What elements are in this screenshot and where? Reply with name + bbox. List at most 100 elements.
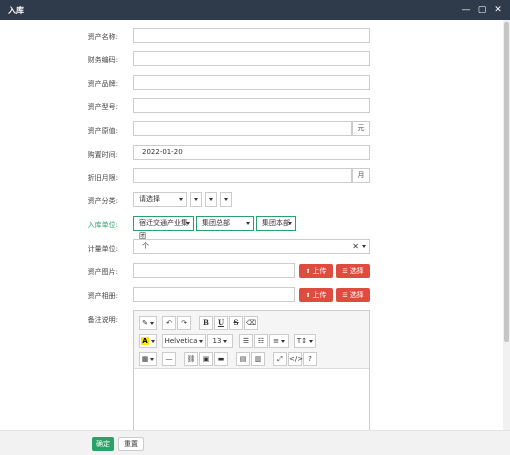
line-height-icon: T↕ (296, 337, 308, 345)
code-view-button[interactable]: </> (288, 352, 304, 366)
asset-category-value: 请选择 (139, 195, 160, 203)
chevron-down-icon (209, 198, 213, 201)
chevron-down-icon (149, 321, 154, 325)
storage-unit-hq-select[interactable]: 集团总部 (196, 216, 254, 231)
close-icon[interactable]: ✕ (492, 4, 504, 16)
help-button[interactable]: ? (303, 352, 317, 366)
undo-button[interactable]: ↶ (162, 316, 176, 330)
unordered-list-button[interactable]: ☰ (239, 334, 253, 348)
code-icon: </> (289, 355, 304, 363)
document-button[interactable]: ▥ (251, 352, 265, 366)
asset-image-choose-label: 选择 (349, 267, 364, 275)
dialog-footer: 确定 重置 (0, 430, 510, 455)
asset-category-sub1-select[interactable] (190, 192, 202, 207)
video-icon: ▬ (217, 355, 225, 363)
remarks-label: 备注说明: (87, 316, 118, 324)
font-size-value: 13 (212, 337, 222, 345)
align-icon: ≡ (273, 337, 279, 345)
eraser-button[interactable]: ⌫ (244, 316, 258, 330)
storage-unit-dept-select[interactable]: 集团本部 (256, 216, 296, 231)
picture-icon: ▣ (202, 355, 210, 363)
scrollbar[interactable] (503, 20, 510, 430)
depreciation-months-unit: 月 (352, 168, 370, 183)
storage-unit-hq-value: 集团总部 (202, 219, 230, 227)
horizontal-rule-button[interactable]: — (162, 352, 176, 366)
table-button[interactable]: ▦ (139, 352, 157, 366)
asset-category-sub3-select[interactable] (220, 192, 232, 207)
asset-image-choose-button[interactable]: ☰ 选择 (336, 264, 370, 278)
minimize-icon[interactable]: — (460, 4, 472, 16)
chevron-down-icon (246, 222, 250, 225)
redo-icon: ↷ (181, 319, 187, 327)
storage-unit-group-value: 宿迁交通产业集团 (139, 219, 188, 240)
chevron-down-icon (194, 198, 198, 201)
asset-attachment-choose-button[interactable]: ☰ 选择 (336, 288, 370, 302)
paragraph-align-button[interactable]: ≡ (269, 334, 289, 348)
asset-model-input[interactable] (133, 98, 370, 113)
asset-model-label: 资产型号: (87, 103, 118, 111)
chevron-down-icon (224, 198, 228, 201)
magic-style-button[interactable]: ✎ (139, 316, 157, 330)
line-height-button[interactable]: T↕ (294, 334, 316, 348)
chevron-down-icon (309, 339, 314, 343)
chevron-down-icon (150, 339, 155, 343)
file-button[interactable]: ▤ (236, 352, 250, 366)
chevron-down-icon (199, 339, 204, 343)
editor-content-area[interactable] (134, 370, 369, 434)
unordered-list-icon: ☰ (242, 337, 250, 345)
original-value-label: 资产原值: (87, 127, 118, 135)
asset-name-input[interactable] (133, 28, 370, 43)
finance-code-label: 财务编码: (87, 56, 118, 64)
font-family-value: Helvetica (164, 337, 198, 345)
asset-attachment-input[interactable] (133, 287, 295, 302)
confirm-button[interactable]: 确定 (92, 437, 114, 451)
asset-name-label: 资产名称: (87, 33, 118, 41)
asset-category-select[interactable]: 请选择 (133, 192, 187, 207)
asset-attachment-choose-label: 选择 (349, 291, 364, 299)
scrollbar-thumb[interactable] (504, 22, 509, 342)
fullscreen-button[interactable]: ⤢ (273, 352, 287, 366)
editor-toolbar: ✎ ↶ ↷ B U S ⌫ A Helvetica 13 ☰ ☷ ≡ T↕ ▦ … (134, 311, 369, 369)
font-size-dropdown[interactable]: 13 (207, 334, 233, 348)
upload-icon: ⬆ (305, 292, 311, 299)
chevron-down-icon (280, 339, 285, 343)
video-button[interactable]: ▬ (214, 352, 228, 366)
original-value-input[interactable] (133, 121, 352, 136)
redo-button[interactable]: ↷ (177, 316, 191, 330)
font-color-button[interactable]: A (139, 334, 157, 348)
window-titlebar: 入库 — ▢ ✕ (0, 0, 510, 20)
chevron-down-icon (288, 222, 292, 225)
clear-icon[interactable]: ✕ (352, 240, 359, 253)
horizontal-rule-icon: — (165, 355, 173, 363)
chevron-down-icon (179, 198, 183, 201)
bold-button[interactable]: B (199, 316, 213, 330)
chevron-down-icon (362, 245, 366, 248)
underline-button[interactable]: U (214, 316, 228, 330)
asset-attachment-upload-button[interactable]: ⬆ 上传 (299, 288, 333, 302)
link-button[interactable]: ⛓ (184, 352, 198, 366)
link-icon: ⛓ (186, 355, 196, 363)
asset-brand-input[interactable] (133, 75, 370, 90)
maximize-icon[interactable]: ▢ (476, 4, 488, 16)
asset-image-input[interactable] (133, 263, 295, 278)
storage-unit-group-select[interactable]: 宿迁交通产业集团 (133, 216, 194, 240)
depreciation-months-input[interactable] (133, 168, 352, 183)
table-icon: ▦ (141, 355, 149, 363)
list-icon: ☰ (342, 268, 348, 275)
storage-unit-dept-value: 集团本部 (262, 219, 290, 227)
asset-image-upload-button[interactable]: ⬆ 上传 (299, 264, 333, 278)
storage-unit-label: 入库单位: (87, 221, 118, 229)
ordered-list-button[interactable]: ☷ (254, 334, 268, 348)
reset-button[interactable]: 重置 (118, 437, 144, 451)
chevron-down-icon (186, 222, 190, 225)
picture-button[interactable]: ▣ (199, 352, 213, 366)
asset-category-sub2-select[interactable] (205, 192, 217, 207)
strikethrough-button[interactable]: S (229, 316, 243, 330)
magic-icon: ✎ (142, 319, 148, 327)
chevron-down-icon (150, 357, 155, 361)
asset-image-upload-label: 上传 (312, 267, 327, 275)
font-family-dropdown[interactable]: Helvetica (162, 334, 206, 348)
purchase-date-input[interactable]: 2022-01-20 (133, 145, 370, 160)
finance-code-input[interactable] (133, 51, 370, 66)
measure-unit-select[interactable]: 个 ✕ (133, 239, 370, 254)
